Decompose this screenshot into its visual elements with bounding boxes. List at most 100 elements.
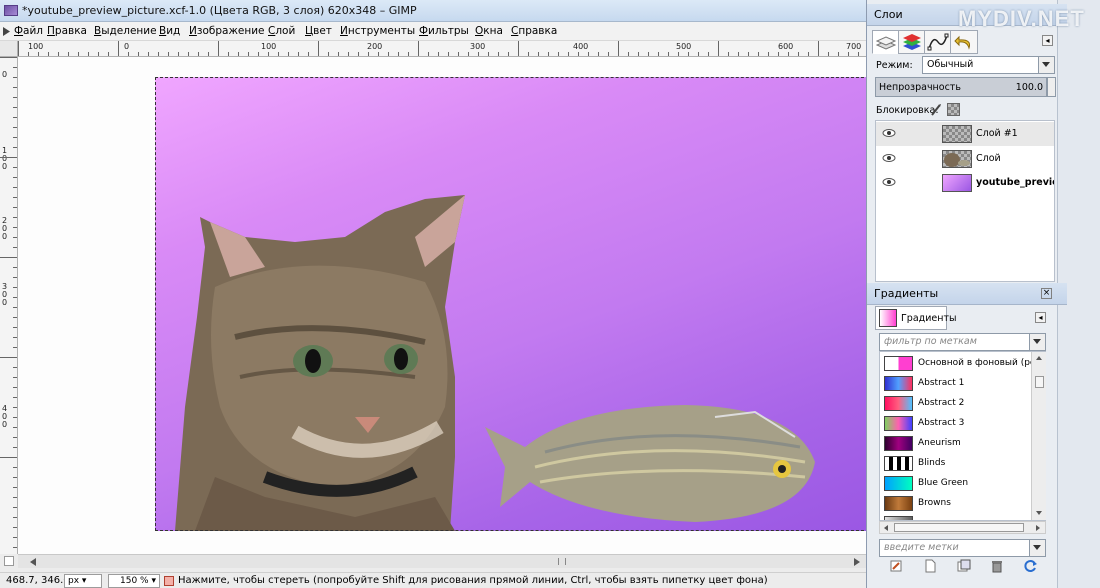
menu-windows[interactable]: Окна xyxy=(475,25,503,37)
delete-gradient-icon[interactable] xyxy=(990,559,1004,573)
gradient-swatch xyxy=(884,436,913,451)
ruler-label: 100 xyxy=(2,146,8,171)
unit-select[interactable]: px ▾ xyxy=(64,574,102,588)
ruler-tick xyxy=(13,237,17,238)
gradient-item[interactable] xyxy=(882,514,1032,520)
visibility-eye-icon[interactable] xyxy=(882,128,896,138)
menu-view[interactable]: Вид xyxy=(159,25,180,37)
menu-tools[interactable]: Инструменты xyxy=(340,25,415,37)
menu-image[interactable]: Изображение xyxy=(189,25,265,37)
scroll-down-icon[interactable] xyxy=(1035,510,1043,516)
ruler-tick xyxy=(428,52,429,56)
status-bar: 468.7, 346.0 px ▾ 150 % ▾ Нажмите, чтобы… xyxy=(0,572,866,588)
ruler-tick xyxy=(528,52,529,56)
menu-edit[interactable]: Правка xyxy=(47,25,87,37)
gradient-item[interactable]: Aneurism xyxy=(882,434,1032,453)
gradient-item[interactable]: Blinds xyxy=(882,454,1032,473)
scroll-right-icon[interactable] xyxy=(852,557,862,567)
gradients-horizontal-scrollbar[interactable] xyxy=(879,521,1046,534)
gradient-item[interactable]: Abstract 2 xyxy=(882,394,1032,413)
tab-paths[interactable] xyxy=(924,30,952,54)
opacity-spin-button[interactable] xyxy=(1047,77,1056,97)
gradient-item[interactable]: Blue Green xyxy=(882,474,1032,493)
menu-layer[interactable]: Слой xyxy=(268,25,295,37)
close-icon[interactable]: × xyxy=(1041,288,1052,299)
edit-gradient-icon[interactable] xyxy=(889,559,903,573)
opacity-label: Непрозрачность xyxy=(879,82,961,93)
ruler-tick xyxy=(548,52,549,56)
gradients-vertical-scrollbar[interactable] xyxy=(1031,352,1046,520)
ruler-tick xyxy=(0,457,17,458)
tab-menu-button[interactable]: ◂ xyxy=(1042,35,1053,46)
gradient-swatch xyxy=(884,356,913,371)
scroll-thumb[interactable] xyxy=(558,558,566,565)
scroll-thumb[interactable] xyxy=(894,523,1024,532)
ruler-tick xyxy=(298,52,299,56)
gradient-swatch xyxy=(884,496,913,511)
ruler-tick xyxy=(308,52,309,56)
scroll-right-icon[interactable] xyxy=(1035,524,1041,532)
scroll-up-icon[interactable] xyxy=(1035,355,1043,361)
ruler-label: 200 xyxy=(367,42,383,51)
ruler-tick xyxy=(688,52,689,56)
lock-alpha-icon[interactable] xyxy=(947,103,960,116)
new-gradient-icon[interactable] xyxy=(923,559,937,573)
opacity-slider[interactable]: Непрозрачность 100.0 xyxy=(875,77,1047,97)
duplicate-gradient-icon[interactable] xyxy=(957,559,971,573)
gradient-item[interactable]: Основной в фоновый (резкий) xyxy=(882,354,1045,373)
ruler-tick xyxy=(13,497,17,498)
ruler-label: 400 xyxy=(2,404,8,429)
ruler-tick xyxy=(28,52,29,56)
ruler-tick xyxy=(13,367,17,368)
tab-gradients[interactable]: Градиенты xyxy=(875,306,956,330)
menu-filters[interactable]: Фильтры xyxy=(419,25,469,37)
visibility-eye-icon[interactable] xyxy=(882,177,896,187)
menu-select[interactable]: Выделение xyxy=(94,25,157,37)
gradient-item[interactable]: Abstract 1 xyxy=(882,374,1032,393)
gradient-name: Blinds xyxy=(918,458,946,468)
tab-menu-button[interactable]: ◂ xyxy=(1035,312,1046,323)
gradient-item[interactable]: Browns xyxy=(882,494,1032,513)
tab-undo-history[interactable] xyxy=(950,30,978,54)
scroll-left-icon[interactable] xyxy=(28,557,38,567)
ruler-corner[interactable] xyxy=(0,41,18,57)
gradient-tags-input[interactable]: введите метки xyxy=(879,539,1046,557)
menu-colors[interactable]: Цвет xyxy=(305,25,332,37)
ruler-tick xyxy=(278,52,279,56)
refresh-gradients-icon[interactable] xyxy=(1024,559,1038,573)
watermark: MYDIV.NET xyxy=(958,6,1085,31)
image-content xyxy=(175,195,815,531)
menu-help[interactable]: Справка xyxy=(511,25,557,37)
window-title-bar: *youtube_preview_picture.xcf-1.0 (Цвета … xyxy=(0,0,866,22)
gradient-name: Abstract 2 xyxy=(918,398,965,408)
zoom-select[interactable]: 150 % ▾ xyxy=(108,574,160,588)
zoom-value: 150 % xyxy=(120,576,149,586)
image-canvas[interactable] xyxy=(155,77,866,531)
gradient-item[interactable]: Abstract 3 xyxy=(882,414,1032,433)
ruler-label: 500 xyxy=(676,42,692,51)
layer-row[interactable]: Слой xyxy=(876,147,1054,171)
ruler-label: 400 xyxy=(573,42,589,51)
horizontal-scrollbar[interactable] xyxy=(18,554,866,568)
visibility-eye-icon[interactable] xyxy=(882,153,896,163)
scroll-left-icon[interactable] xyxy=(883,524,889,532)
gradient-name: Aneurism xyxy=(918,438,961,448)
menu-file[interactable]: Файл xyxy=(14,25,43,37)
menu-arrow-icon[interactable] xyxy=(2,26,11,37)
horizontal-ruler[interactable]: 100 0 100 200 300 400 500 600 700 xyxy=(18,41,866,57)
gradient-name: Основной в фоновый (резкий) xyxy=(918,358,1045,368)
quick-mask-icon[interactable] xyxy=(4,556,14,566)
lock-pixels-icon[interactable] xyxy=(930,103,942,117)
layer-row[interactable]: Слой #1 xyxy=(876,122,1054,146)
scroll-thumb[interactable] xyxy=(1035,376,1044,388)
tab-layers[interactable] xyxy=(872,30,900,54)
gradient-filter-input[interactable]: фильтр по меткам xyxy=(879,333,1046,351)
ruler-tick xyxy=(13,337,17,338)
mode-select[interactable]: Обычный xyxy=(922,56,1055,74)
vertical-ruler[interactable]: 0 100 200 300 400 xyxy=(0,57,18,554)
gradient-name: Abstract 1 xyxy=(918,378,965,388)
image-canvas-area[interactable] xyxy=(18,57,866,554)
ruler-tick xyxy=(238,52,239,56)
layer-row[interactable]: youtube_preview_p xyxy=(876,171,1054,195)
tab-channels[interactable] xyxy=(898,30,926,54)
